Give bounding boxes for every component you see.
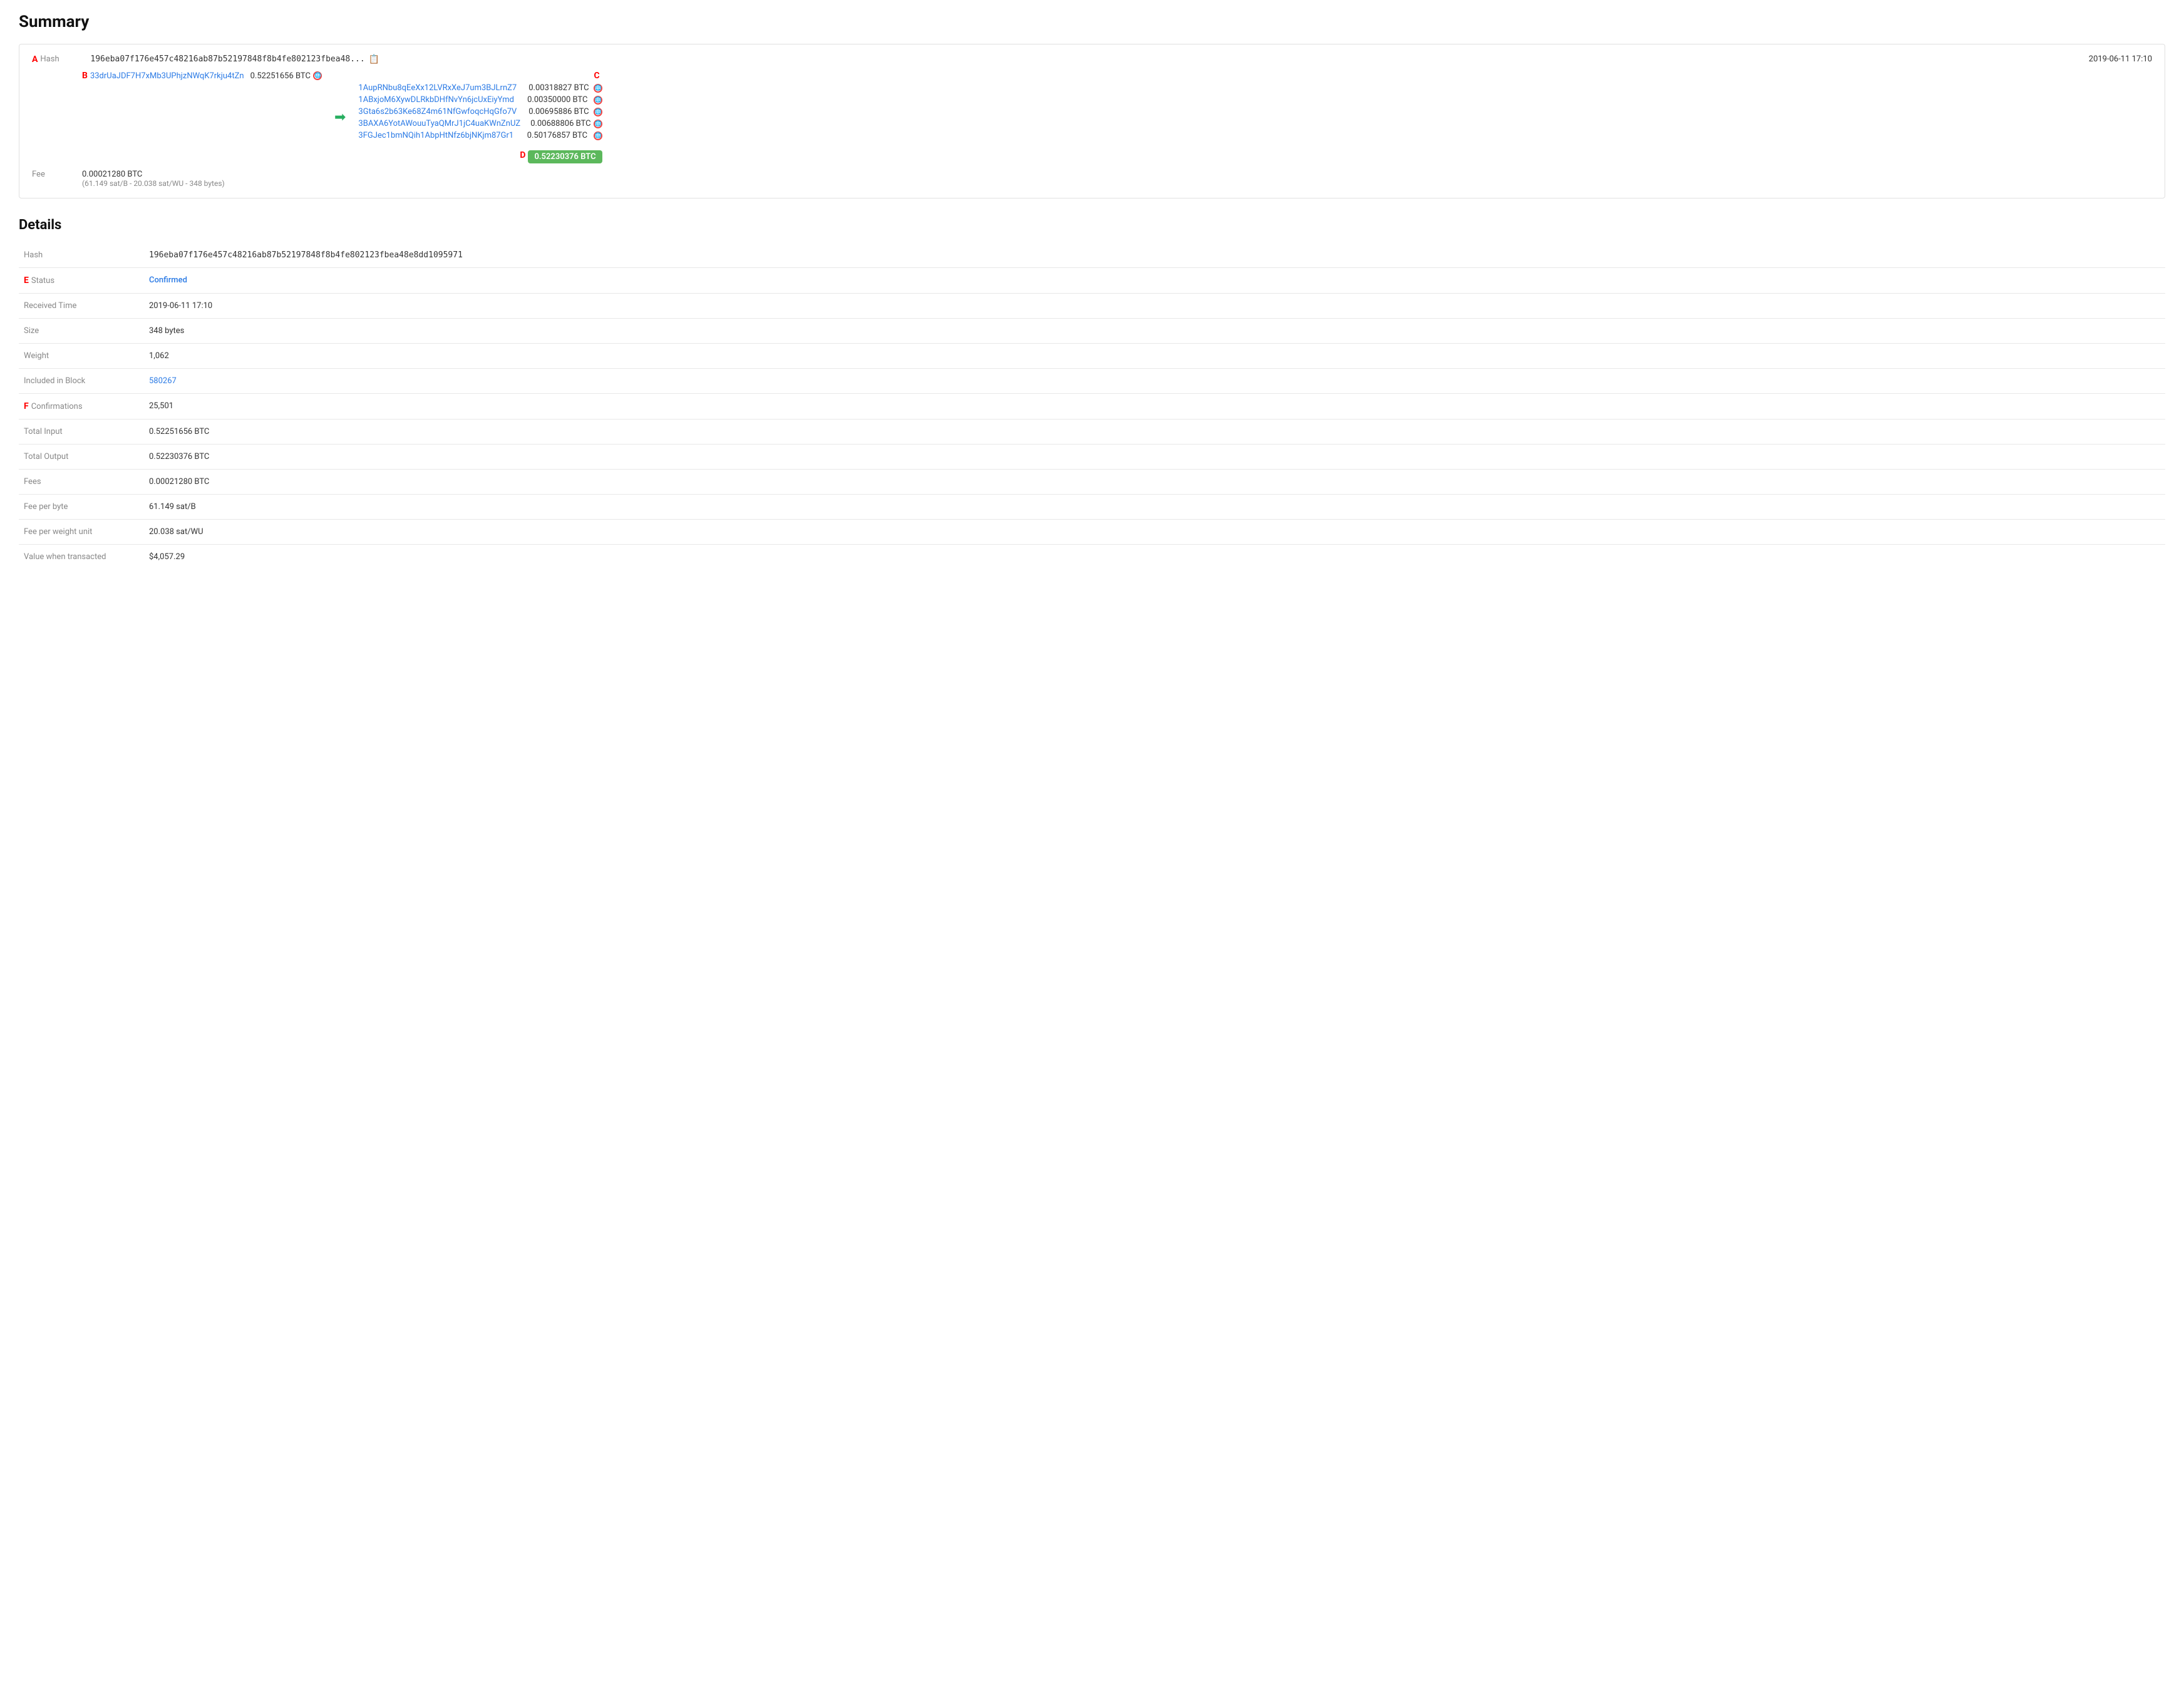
hash-short-value: 196eba07f176e457c48216ab87b52197848f8b4f… xyxy=(90,54,364,64)
output-address-3[interactable]: 3BAXA6YotAWouuTyaQMrJ1jC4uaKWnZnUZ xyxy=(358,119,520,128)
hash-label: Hash xyxy=(40,54,90,64)
fee-label: Fee xyxy=(32,170,82,179)
details-section: Details Hash196eba07f176e457c48216ab87b5… xyxy=(19,217,2165,569)
annotation-d: D xyxy=(520,150,525,160)
detail-label-4: Weight xyxy=(19,344,144,369)
output-row-4: 3FGJec1bmNQih1AbpHtNfz6bjNKjm87Gr1 0.501… xyxy=(358,131,602,140)
globe-icon-2: 🌐 xyxy=(594,108,602,116)
annotation-b: B xyxy=(82,71,88,81)
tx-outputs-side: C 1AupRNbu8qEeXx12LVRxXeJ7um3BJLrnZ7 0.0… xyxy=(358,71,602,163)
summary-hash-row: A Hash 196eba07f176e457c48216ab87b521978… xyxy=(32,54,2152,64)
output-amount-1: 0.00350000 BTC xyxy=(527,95,587,105)
detail-value-0: 196eba07f176e457c48216ab87b52197848f8b4f… xyxy=(144,243,2165,268)
detail-label-7: Total Input xyxy=(19,419,144,445)
detail-label-6: FConfirmations xyxy=(19,394,144,419)
details-row-4: Weight1,062 xyxy=(19,344,2165,369)
input-amount: 0.52251656 BTC xyxy=(250,71,311,81)
details-row-5: Included in Block 580267 xyxy=(19,369,2165,394)
detail-label-1: EStatus xyxy=(19,268,144,294)
annotation-e: E xyxy=(24,275,29,286)
detail-label-3: Size xyxy=(19,319,144,344)
fee-details: 0.00021280 BTC (61.149 sat/B - 20.038 sa… xyxy=(82,170,225,188)
details-row-3: Size348 bytes xyxy=(19,319,2165,344)
globe-icon-1: 🌐 xyxy=(594,96,602,105)
detail-value-5: 580267 xyxy=(144,369,2165,394)
detail-link-5[interactable]: 580267 xyxy=(149,376,177,386)
summary-title: Summary xyxy=(19,13,2165,31)
arrow-right-icon: ➡ xyxy=(334,110,346,125)
detail-label-12: Value when transacted xyxy=(19,545,144,570)
output-address-1[interactable]: 1ABxjoM6XywDLRkbDHfNvYn6jcUxEiyYmd xyxy=(358,95,514,105)
output-amount-0: 0.00318827 BTC xyxy=(528,83,589,93)
detail-value-7: 0.52251656 BTC xyxy=(144,419,2165,445)
details-row-11: Fee per weight unit20.038 sat/WU xyxy=(19,520,2165,545)
detail-value-10: 61.149 sat/B xyxy=(144,495,2165,520)
details-row-7: Total Input0.52251656 BTC xyxy=(19,419,2165,445)
output-address-4[interactable]: 3FGJec1bmNQih1AbpHtNfz6bjNKjm87Gr1 xyxy=(358,131,513,140)
detail-value-6: 25,501 xyxy=(144,394,2165,419)
detail-label-0: Hash xyxy=(19,243,144,268)
details-row-6: FConfirmations25,501 xyxy=(19,394,2165,419)
output-address-2[interactable]: 3Gta6s2b63Ke68Z4m61NfGwfoqcHqGfo7V xyxy=(358,107,517,116)
details-row-2: Received Time2019-06-11 17:10 xyxy=(19,294,2165,319)
detail-value-4: 1,062 xyxy=(144,344,2165,369)
detail-label-10: Fee per byte xyxy=(19,495,144,520)
annotation-a: A xyxy=(32,54,38,64)
details-row-10: Fee per byte61.149 sat/B xyxy=(19,495,2165,520)
output-row-0: 1AupRNbu8qEeXx12LVRxXeJ7um3BJLrnZ7 0.003… xyxy=(358,83,602,93)
details-row-1: EStatusConfirmed xyxy=(19,268,2165,294)
detail-label-5: Included in Block xyxy=(19,369,144,394)
detail-value-8: 0.52230376 BTC xyxy=(144,445,2165,470)
output-amount-4: 0.50176857 BTC xyxy=(527,131,587,140)
globe-icon-input: 🌐 xyxy=(313,71,322,80)
details-row-8: Total Output0.52230376 BTC xyxy=(19,445,2165,470)
details-row-9: Fees0.00021280 BTC xyxy=(19,470,2165,495)
detail-value-11: 20.038 sat/WU xyxy=(144,520,2165,545)
detail-label-9: Fees xyxy=(19,470,144,495)
tx-input-row: B 33drUaJDF7H7xMb3UPhjzNWqK7rkju4tZn 0.5… xyxy=(82,71,322,81)
summary-box: A Hash 196eba07f176e457c48216ab87b521978… xyxy=(19,44,2165,198)
summary-timestamp: 2019-06-11 17:10 xyxy=(2089,54,2152,64)
detail-label-2: Received Time xyxy=(19,294,144,319)
output-row-3: 3BAXA6YotAWouuTyaQMrJ1jC4uaKWnZnUZ 0.006… xyxy=(358,119,602,128)
globe-icon-4: 🌐 xyxy=(594,131,602,140)
annotation-f: F xyxy=(24,401,29,411)
globe-icon-0: 🌐 xyxy=(594,84,602,93)
detail-label-8: Total Output xyxy=(19,445,144,470)
tx-flow: B 33drUaJDF7H7xMb3UPhjzNWqK7rkju4tZn 0.5… xyxy=(82,71,2152,163)
input-address-link[interactable]: 33drUaJDF7H7xMb3UPhjzNWqK7rkju4tZn xyxy=(90,71,244,81)
details-title: Details xyxy=(19,217,2165,233)
detail-value-2: 2019-06-11 17:10 xyxy=(144,294,2165,319)
summary-section: Summary A Hash 196eba07f176e457c48216ab8… xyxy=(19,13,2165,198)
globe-icon-3: 🌐 xyxy=(594,120,602,128)
detail-value-3: 348 bytes xyxy=(144,319,2165,344)
fee-value: 0.00021280 BTC xyxy=(82,170,225,179)
detail-value-9: 0.00021280 BTC xyxy=(144,470,2165,495)
output-row-1: 1ABxjoM6XywDLRkbDHfNvYn6jcUxEiyYmd 0.003… xyxy=(358,95,602,105)
output-amount-3: 0.00688806 BTC xyxy=(530,119,590,128)
tx-input-side: B 33drUaJDF7H7xMb3UPhjzNWqK7rkju4tZn 0.5… xyxy=(82,71,322,83)
output-row-2: 3Gta6s2b63Ke68Z4m61NfGwfoqcHqGfo7V 0.006… xyxy=(358,107,602,116)
detail-value-1: Confirmed xyxy=(144,268,2165,294)
detail-value-12: $4,057.29 xyxy=(144,545,2165,570)
fee-row: Fee 0.00021280 BTC (61.149 sat/B - 20.03… xyxy=(32,170,2152,188)
output-amount-2: 0.00695886 BTC xyxy=(528,107,589,116)
annotation-c: C xyxy=(594,71,599,81)
details-row-0: Hash196eba07f176e457c48216ab87b52197848f… xyxy=(19,243,2165,268)
output-address-0[interactable]: 1AupRNbu8qEeXx12LVRxXeJ7um3BJLrnZ7 xyxy=(358,83,517,93)
details-row-12: Value when transacted$4,057.29 xyxy=(19,545,2165,570)
total-output-badge: 0.52230376 BTC xyxy=(528,150,602,163)
fee-detail: (61.149 sat/B - 20.038 sat/WU - 348 byte… xyxy=(82,179,225,188)
copy-icon[interactable]: 📋 xyxy=(369,54,379,64)
details-table: Hash196eba07f176e457c48216ab87b52197848f… xyxy=(19,243,2165,569)
detail-label-11: Fee per weight unit xyxy=(19,520,144,545)
